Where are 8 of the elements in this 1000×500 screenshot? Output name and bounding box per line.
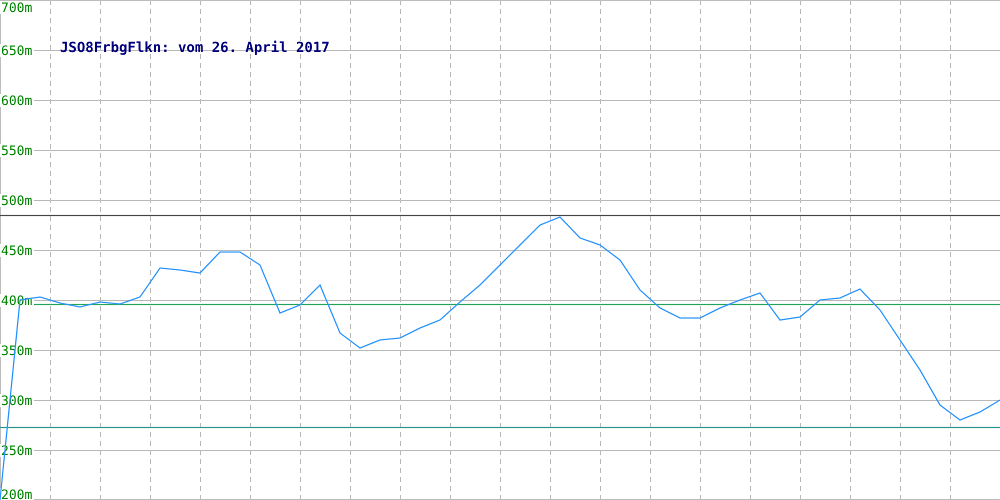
axis-tick-label: 450m bbox=[1, 244, 32, 259]
axis-tick-label: 200m bbox=[1, 488, 32, 500]
axis-tick-label: 700m bbox=[1, 1, 32, 16]
axis-tick-label: 600m bbox=[1, 94, 32, 109]
chart-title: JSO8FrbgFlkn: vom 26. April 2017 bbox=[60, 40, 330, 56]
axis-tick-label: 650m bbox=[1, 44, 32, 59]
axis-tick-label: 500m bbox=[1, 194, 32, 209]
axis-tick-label: 550m bbox=[1, 144, 32, 159]
